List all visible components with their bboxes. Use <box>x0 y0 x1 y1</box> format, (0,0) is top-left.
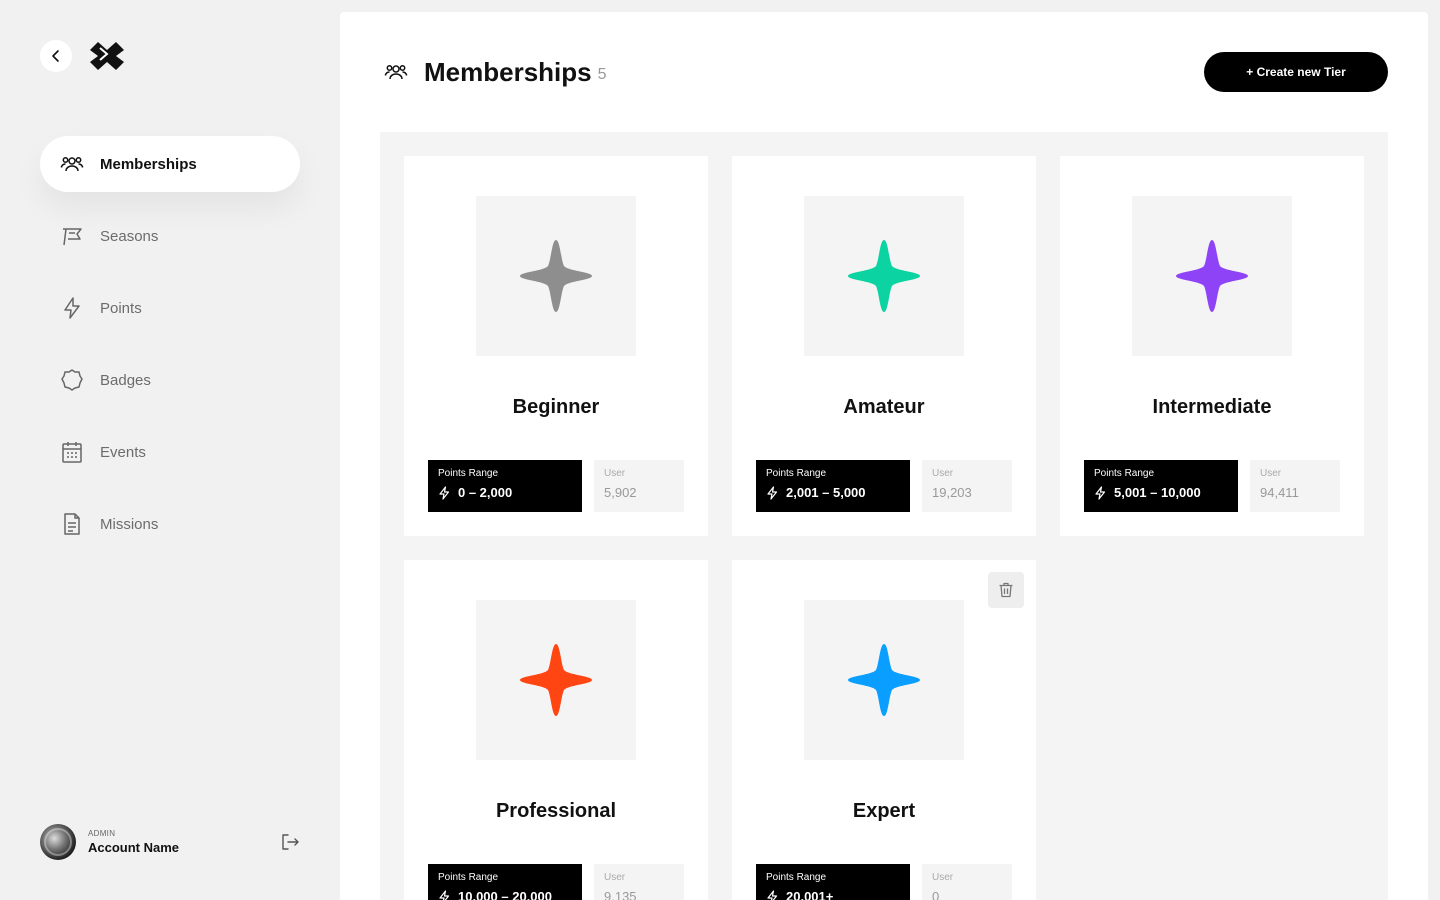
points-range-box: Points Range 20,001+ <box>756 864 910 900</box>
tier-grid: Beginner Points Range 0 – 2,000 User 5,9… <box>380 132 1388 900</box>
user-label: User <box>932 872 954 883</box>
tier-card-amateur[interactable]: Amateur Points Range 2,001 – 5,000 User … <box>732 156 1036 536</box>
points-range-box: Points Range 10,000 – 20,000 <box>428 864 582 900</box>
lightning-icon <box>60 296 84 320</box>
account-info: ADMIN Account Name <box>88 829 179 855</box>
points-range-value: 20,001+ <box>786 889 834 900</box>
page-title: Memberships <box>424 56 592 87</box>
lightning-icon <box>767 889 778 900</box>
points-range-box: Points Range 5,001 – 10,000 <box>1084 460 1238 512</box>
points-range-value: 0 – 2,000 <box>458 485 513 500</box>
tier-card-expert[interactable]: Expert Points Range 20,001+ User 0 <box>732 560 1036 900</box>
back-button[interactable] <box>40 40 72 72</box>
user-count-box: User 0 <box>922 864 1012 900</box>
document-icon <box>60 512 84 536</box>
create-tier-button[interactable]: + Create new Tier <box>1204 52 1388 92</box>
lightning-icon <box>767 485 778 500</box>
tier-name: Beginner <box>512 396 600 418</box>
badge-icon <box>60 368 84 392</box>
tier-thumbnail <box>476 196 636 356</box>
tier-thumbnail <box>476 600 636 760</box>
user-label: User <box>604 872 626 883</box>
sparkle-icon <box>848 644 920 716</box>
calendar-icon <box>60 440 84 464</box>
sidebar-item-memberships[interactable]: Memberships <box>40 136 300 192</box>
avatar[interactable] <box>40 824 76 860</box>
sidebar-item-label: Seasons <box>100 227 159 245</box>
tier-name: Intermediate <box>1152 396 1272 418</box>
sidebar-item-badges[interactable]: Badges <box>40 352 300 408</box>
points-range-label: Points Range <box>438 872 499 883</box>
sidebar: Memberships Seasons Points Badges Events <box>0 0 340 900</box>
tier-count: 5 <box>597 66 607 83</box>
sidebar-item-label: Missions <box>100 515 159 533</box>
lightning-icon <box>439 889 450 900</box>
account-role: ADMIN <box>88 829 116 838</box>
delete-tier-button[interactable] <box>988 572 1024 608</box>
tier-card-intermediate[interactable]: Intermediate Points Range 5,001 – 10,000… <box>1060 156 1364 536</box>
points-range-value-row: 20,001+ <box>766 889 900 900</box>
points-range-box: Points Range 2,001 – 5,000 <box>756 460 910 512</box>
user-count: 94,411 <box>1260 485 1299 500</box>
sidebar-item-label: Badges <box>100 371 151 389</box>
user-count-box: User 19,203 <box>922 460 1012 512</box>
users-icon <box>60 152 84 176</box>
brand-logo <box>90 42 124 70</box>
points-range-value-row: 5,001 – 10,000 <box>1094 485 1228 500</box>
tier-thumbnail <box>804 600 964 760</box>
points-range-value: 2,001 – 5,000 <box>786 485 866 500</box>
tier-thumbnail <box>1132 196 1292 356</box>
tier-name: Professional <box>495 800 617 822</box>
sidebar-item-seasons[interactable]: Seasons <box>40 208 300 264</box>
points-range-box: Points Range 0 – 2,000 <box>428 460 582 512</box>
account-panel: ADMIN Account Name <box>40 824 300 860</box>
user-label: User <box>932 468 954 479</box>
user-count: 0 <box>932 889 940 900</box>
page-header: Memberships 5 <box>384 56 607 88</box>
chevron-left-icon <box>52 50 59 62</box>
sidebar-item-missions[interactable]: Missions <box>40 496 300 552</box>
points-range-value-row: 2,001 – 5,000 <box>766 485 900 500</box>
points-range-label: Points Range <box>1094 468 1155 479</box>
trash-icon <box>999 582 1013 598</box>
user-count-box: User 5,902 <box>594 460 684 512</box>
logout-icon[interactable] <box>280 832 300 852</box>
sidebar-item-label: Memberships <box>100 155 197 173</box>
flag-icon <box>60 224 84 248</box>
lightning-icon <box>1095 485 1106 500</box>
points-range-value: 5,001 – 10,000 <box>1114 485 1201 500</box>
points-range-label: Points Range <box>438 468 499 479</box>
sparkle-icon <box>848 240 920 312</box>
sidebar-item-events[interactable]: Events <box>40 424 300 480</box>
tier-card-beginner[interactable]: Beginner Points Range 0 – 2,000 User 5,9… <box>404 156 708 536</box>
user-count-box: User 9,135 <box>594 864 684 900</box>
points-range-value-row: 10,000 – 20,000 <box>438 889 572 900</box>
points-range-label: Points Range <box>766 468 827 479</box>
user-count: 5,902 <box>604 485 637 500</box>
tier-name: Expert <box>852 800 916 822</box>
tier-name: Amateur <box>843 396 925 418</box>
users-icon <box>384 65 408 80</box>
main-panel: Memberships 5 + Create new Tier Beginner… <box>340 12 1428 900</box>
user-count: 19,203 <box>932 485 972 500</box>
points-range-value-row: 0 – 2,000 <box>438 485 572 500</box>
sparkle-icon <box>520 644 592 716</box>
sidebar-item-label: Events <box>100 443 146 461</box>
tier-card-professional[interactable]: Professional Points Range 10,000 – 20,00… <box>404 560 708 900</box>
user-count: 9,135 <box>604 889 637 900</box>
tier-thumbnail <box>804 196 964 356</box>
sidebar-item-points[interactable]: Points <box>40 280 300 336</box>
sparkle-icon <box>520 240 592 312</box>
user-label: User <box>604 468 626 479</box>
points-range-label: Points Range <box>766 872 827 883</box>
points-range-value: 10,000 – 20,000 <box>458 889 552 900</box>
user-count-box: User 94,411 <box>1250 460 1340 512</box>
user-label: User <box>1260 468 1282 479</box>
sparkle-icon <box>1176 240 1248 312</box>
account-name: Account Name <box>88 840 180 855</box>
sidebar-item-label: Points <box>100 299 142 317</box>
lightning-icon <box>439 485 450 500</box>
sidebar-nav: Memberships Seasons Points Badges Events <box>40 136 300 568</box>
